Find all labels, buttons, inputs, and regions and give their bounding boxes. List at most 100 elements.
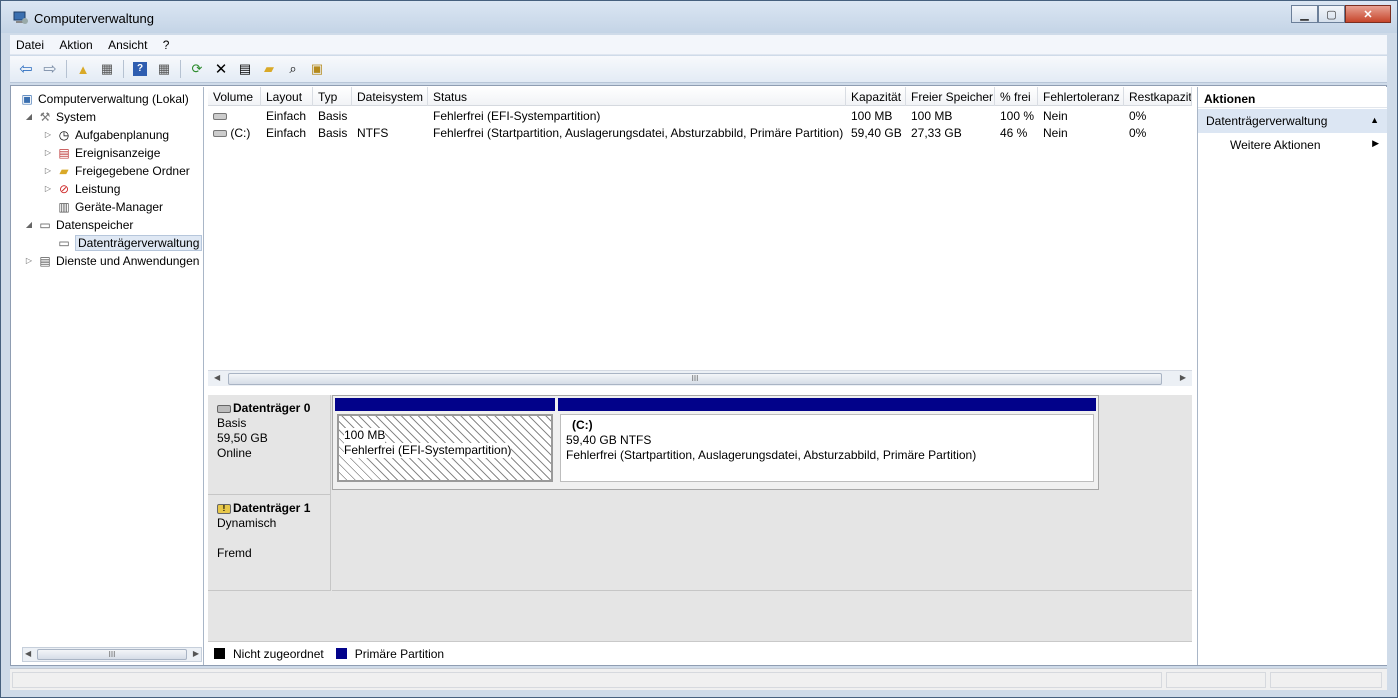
expand-icon[interactable]: ▷: [43, 166, 53, 175]
list-horizontal-scrollbar[interactable]: ◀ III ▶: [208, 370, 1192, 386]
partition-efi-status: Fehlerfrei (EFI-Systempartition): [344, 443, 512, 458]
back-button[interactable]: ⇦: [16, 59, 36, 79]
tree-item-aufgabenplanung[interactable]: ▷ ◷ Aufgabenplanung: [43, 126, 169, 143]
disk0-label[interactable]: Datenträger 0 Basis 59,50 GB Online: [208, 395, 331, 495]
tree-item-ereignisanzeige[interactable]: ▷ ▤ Ereignisanzeige: [43, 144, 160, 161]
column-header-status[interactable]: Status: [428, 87, 846, 106]
disk0-partition-map: 100 MB Fehlerfrei (EFI-Systempartition) …: [332, 395, 1099, 490]
submenu-arrow-icon: ▶: [1372, 138, 1379, 148]
tree-item-geraete[interactable]: ▥ Geräte-Manager: [53, 198, 163, 215]
tree-item-root[interactable]: ▣ Computerverwaltung (Lokal): [16, 90, 188, 107]
column-header-freier-speicher[interactable]: Freier Speicher: [906, 87, 995, 106]
tree-item-system[interactable]: ◢ ⚒ System: [24, 108, 96, 125]
disk-management-icon: ▭: [58, 235, 70, 250]
delete-button[interactable]: ✕: [211, 59, 231, 79]
divider: [332, 590, 1192, 591]
menu-help[interactable]: ?: [157, 35, 176, 52]
expand-icon[interactable]: ▷: [43, 148, 53, 157]
properties-button[interactable]: ▤: [235, 59, 255, 79]
partition-c-status: Fehlerfrei (Startpartition, Auslagerungs…: [566, 448, 977, 462]
performance-icon: ⊘: [58, 181, 70, 196]
column-header-dateisystem[interactable]: Dateisystem: [352, 87, 428, 106]
action-weitere-aktionen[interactable]: Weitere Aktionen ▶: [1198, 133, 1387, 155]
tree-horizontal-scrollbar[interactable]: ◀ III ▶: [22, 647, 202, 662]
settings-button[interactable]: ▣: [307, 59, 327, 79]
expand-icon[interactable]: ▷: [43, 130, 53, 139]
tree-item-dienste[interactable]: ▷ ▤ Dienste und Anwendungen: [24, 252, 200, 269]
collapse-icon[interactable]: ◢: [24, 220, 34, 229]
column-header-fehlertoleranz[interactable]: Fehlertoleranz: [1038, 87, 1124, 106]
window-title: Computerverwaltung: [34, 11, 154, 26]
table-row[interactable]: Einfach Basis Fehlerfrei (EFI-Systempart…: [208, 107, 1192, 124]
console-tree: ▣ Computerverwaltung (Lokal) ◢ ⚒ System …: [14, 87, 204, 665]
scroll-left-icon[interactable]: ◀: [214, 373, 220, 382]
open-button[interactable]: ▰: [259, 59, 279, 79]
close-button[interactable]: ✕: [1345, 5, 1391, 23]
show-hide-tree-button[interactable]: ▦: [97, 59, 117, 79]
disk1-state: Fremd: [217, 546, 252, 560]
refresh-button[interactable]: ⟳: [187, 59, 207, 79]
help-button[interactable]: ?: [130, 59, 150, 79]
forward-arrow-icon: ⇨: [43, 61, 57, 78]
maximize-button[interactable]: ▢: [1318, 5, 1345, 23]
menu-datei[interactable]: Datei: [10, 35, 50, 52]
services-icon: ▤: [39, 253, 51, 268]
title-bar[interactable]: Computerverwaltung ▁ ▢ ✕: [1, 1, 1397, 33]
collapse-up-icon[interactable]: ▲: [1370, 115, 1379, 125]
scroll-left-icon[interactable]: ◀: [25, 649, 31, 658]
column-header-prozent-frei[interactable]: % frei: [995, 87, 1038, 106]
scrollbar-thumb[interactable]: III: [228, 373, 1162, 385]
scrollbar-thumb[interactable]: III: [37, 649, 187, 660]
legend-swatch-primary: [335, 648, 347, 659]
warning-disk-icon: !: [217, 503, 231, 514]
menu-ansicht[interactable]: Ansicht: [102, 35, 153, 52]
list-header: Volume Layout Typ Dateisystem Status Kap…: [208, 87, 1192, 106]
disk-graphical-view: Datenträger 0 Basis 59,50 GB Online 100 …: [208, 395, 1192, 641]
window-controls: ▁ ▢ ✕: [1291, 5, 1391, 25]
disk1-label[interactable]: ! Datenträger 1 Dynamisch Fremd: [208, 495, 331, 591]
minimize-icon: ▁: [1300, 8, 1309, 21]
status-segment: [12, 672, 1162, 688]
expand-icon[interactable]: ▷: [43, 184, 53, 193]
tree-item-label: Datenträgerverwaltung: [75, 234, 203, 251]
storage-icon: ▭: [39, 217, 51, 232]
column-header-kapazitaet[interactable]: Kapazität: [846, 87, 906, 106]
minimize-button[interactable]: ▁: [1291, 5, 1318, 23]
up-folder-button[interactable]: ▲: [73, 59, 93, 79]
menu-aktion[interactable]: Aktion: [53, 35, 98, 52]
computer-management-icon: [13, 11, 28, 24]
tree-item-label: Leistung: [75, 181, 121, 196]
scroll-right-icon[interactable]: ▶: [193, 649, 199, 658]
partition-c[interactable]: (C:) 59,40 GB NTFS Fehlerfrei (Startpart…: [558, 398, 1096, 485]
collapse-icon[interactable]: ◢: [24, 112, 34, 121]
toolbar-separator: [123, 60, 124, 78]
actions-header: Aktionen: [1198, 87, 1387, 108]
search-button[interactable]: ⌕: [283, 59, 303, 79]
disk0-type: Basis: [217, 416, 247, 430]
column-header-typ[interactable]: Typ: [313, 87, 352, 106]
tree-item-leistung[interactable]: ▷ ⊘ Leistung: [43, 180, 120, 197]
expand-icon[interactable]: ▷: [24, 256, 34, 265]
forward-button[interactable]: ⇨: [40, 59, 60, 79]
scroll-right-icon[interactable]: ▶: [1180, 373, 1186, 382]
tree-item-datenspeicher[interactable]: ◢ ▭ Datenspeicher: [24, 216, 133, 233]
disk1-type: Dynamisch: [217, 516, 277, 530]
actions-section-datentraegerverwaltung[interactable]: Datenträgerverwaltung ▲: [1198, 109, 1387, 133]
tree-item-datentraegerverwaltung[interactable]: ▭ Datenträgerverwaltung: [53, 234, 203, 251]
tree-item-freigabe[interactable]: ▷ ▰ Freigegebene Ordner: [43, 162, 190, 179]
column-header-layout[interactable]: Layout: [261, 87, 313, 106]
partition-efi[interactable]: 100 MB Fehlerfrei (EFI-Systempartition): [335, 398, 555, 485]
partition-c-name: (C:): [572, 418, 593, 432]
freier-speicher-cell: 27,33 GB: [911, 126, 962, 140]
table-row[interactable]: (C:) Einfach Basis NTFS Fehlerfrei (Star…: [208, 124, 1192, 141]
search-icon: ⌕: [289, 61, 297, 76]
column-header-volume[interactable]: Volume: [208, 87, 261, 106]
tree-item-label: Aufgabenplanung: [75, 127, 170, 142]
folder-up-icon: ▲: [76, 61, 90, 77]
show-hide-action-button[interactable]: ▦: [154, 59, 174, 79]
open-folder-icon: ▰: [264, 61, 274, 76]
legend-label-unallocated: Nicht zugeordnet: [233, 646, 324, 661]
maximize-icon: ▢: [1326, 8, 1337, 21]
column-header-restkapazitaet[interactable]: Restkapazitä: [1124, 87, 1192, 106]
status-cell: Fehlerfrei (Startpartition, Auslagerungs…: [433, 126, 844, 140]
